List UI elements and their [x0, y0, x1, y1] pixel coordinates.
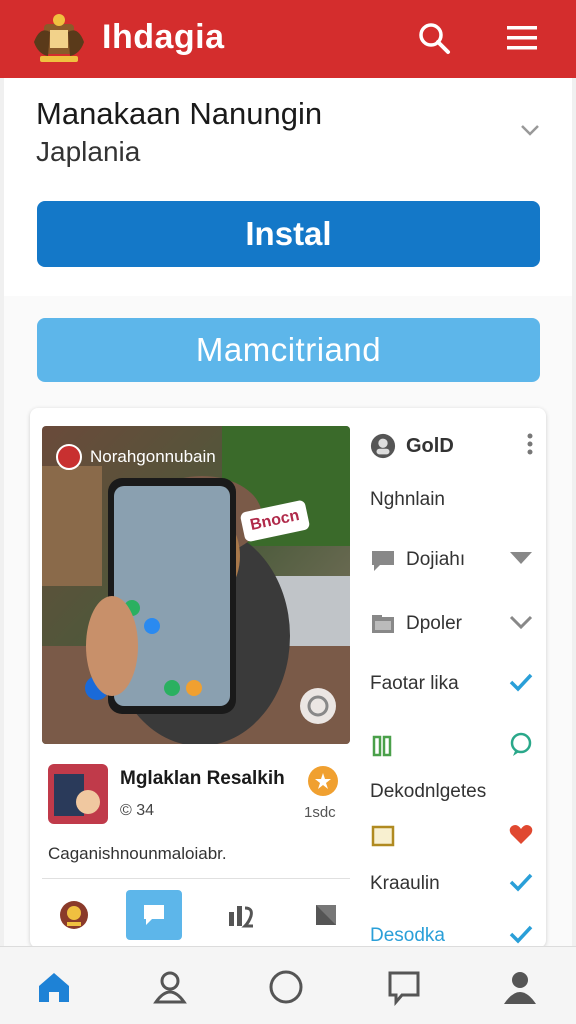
side-item-label: Nghnlain: [370, 489, 445, 510]
post-image[interactable]: Norahgonnubain Bnocn: [42, 426, 350, 744]
side-item-label: Dekodnlgetes: [370, 781, 487, 802]
check-icon[interactable]: [508, 672, 534, 697]
side-item-favorite[interactable]: [370, 816, 538, 856]
chevron-down-icon[interactable]: [508, 613, 534, 636]
home-icon[interactable]: [34, 967, 74, 1007]
side-item[interactable]: Faotar lika: [370, 664, 538, 704]
side-item-label: Dojiahı: [406, 549, 466, 570]
post-actions: [42, 890, 350, 942]
comment-icon[interactable]: [126, 890, 182, 940]
profile-outline-icon[interactable]: [150, 967, 190, 1007]
chat-icon[interactable]: [384, 967, 424, 1007]
chevron-down-icon[interactable]: [518, 118, 542, 147]
post-image-label: Norahgonnubain: [56, 444, 216, 470]
channel-avatar: [56, 444, 82, 470]
stats-icon[interactable]: [212, 890, 268, 940]
app-logo-icon[interactable]: [30, 12, 88, 64]
app-developer: Japlania: [36, 136, 141, 167]
divider: [42, 878, 350, 879]
app-title: Ihdagia: [102, 18, 225, 56]
side-item-label: Kraaulin: [370, 873, 440, 894]
side-item[interactable]: Dojiahı: [370, 540, 538, 580]
post-view-count: © 34: [120, 802, 155, 819]
check-icon[interactable]: [508, 872, 534, 897]
side-item[interactable]: Kraaulin: [370, 864, 538, 904]
folder-icon: [370, 611, 396, 637]
side-item[interactable]: Nghnlain: [370, 480, 538, 520]
avatar-icon: [370, 433, 396, 459]
manage-button[interactable]: Mamcitriand: [37, 318, 540, 382]
emblem-icon[interactable]: [46, 890, 102, 940]
star-badge-icon: [308, 766, 338, 796]
card-icon: [370, 823, 396, 849]
speech-bubble-icon[interactable]: [508, 731, 534, 762]
main-content: Manakaan Nanungin Japlania Instal Mamcit…: [4, 78, 572, 948]
post-card: Norahgonnubain Bnocn Mglaklan Resalkih ©…: [30, 408, 546, 948]
circle-icon[interactable]: [266, 967, 306, 1007]
post-author[interactable]: Mglaklan Resalkih: [120, 768, 285, 790]
side-item[interactable]: Dekodnlgetes: [370, 772, 538, 812]
side-item-label: Faotar lika: [370, 673, 459, 694]
top-bar: Ihdagia: [0, 0, 576, 78]
user-icon[interactable]: [500, 967, 540, 1007]
app-header-card: Manakaan Nanungin Japlania Instal: [4, 78, 572, 296]
post-caption: Caganishnounmaloiabr.: [48, 844, 227, 863]
side-item-label: Dpoler: [406, 613, 462, 634]
post-time: 1sdc: [304, 804, 336, 821]
side-header: GolD: [370, 426, 538, 466]
bookmark-stack-icon: [370, 733, 396, 759]
heart-icon[interactable]: [508, 823, 534, 850]
side-item[interactable]: Dpoler: [370, 604, 538, 644]
chat-bubble-icon: [370, 547, 396, 573]
bottom-nav: [0, 946, 576, 1024]
menu-icon[interactable]: [502, 18, 542, 58]
side-item-label: Desodka: [370, 925, 445, 946]
share-icon[interactable]: [298, 890, 354, 940]
side-title: GolD: [406, 434, 454, 457]
channel-name: Norahgonnubain: [90, 447, 216, 466]
search-icon[interactable]: [414, 18, 454, 58]
post-thumbnail[interactable]: [48, 764, 108, 824]
replay-icon[interactable]: [300, 688, 336, 724]
chevron-down-icon[interactable]: [508, 549, 534, 572]
more-vert-icon[interactable]: [526, 432, 534, 461]
check-icon[interactable]: [508, 924, 534, 949]
install-button[interactable]: Instal: [37, 201, 540, 267]
app-name: Manakaan Nanungin: [36, 96, 323, 131]
side-item-reactions[interactable]: [370, 726, 538, 766]
